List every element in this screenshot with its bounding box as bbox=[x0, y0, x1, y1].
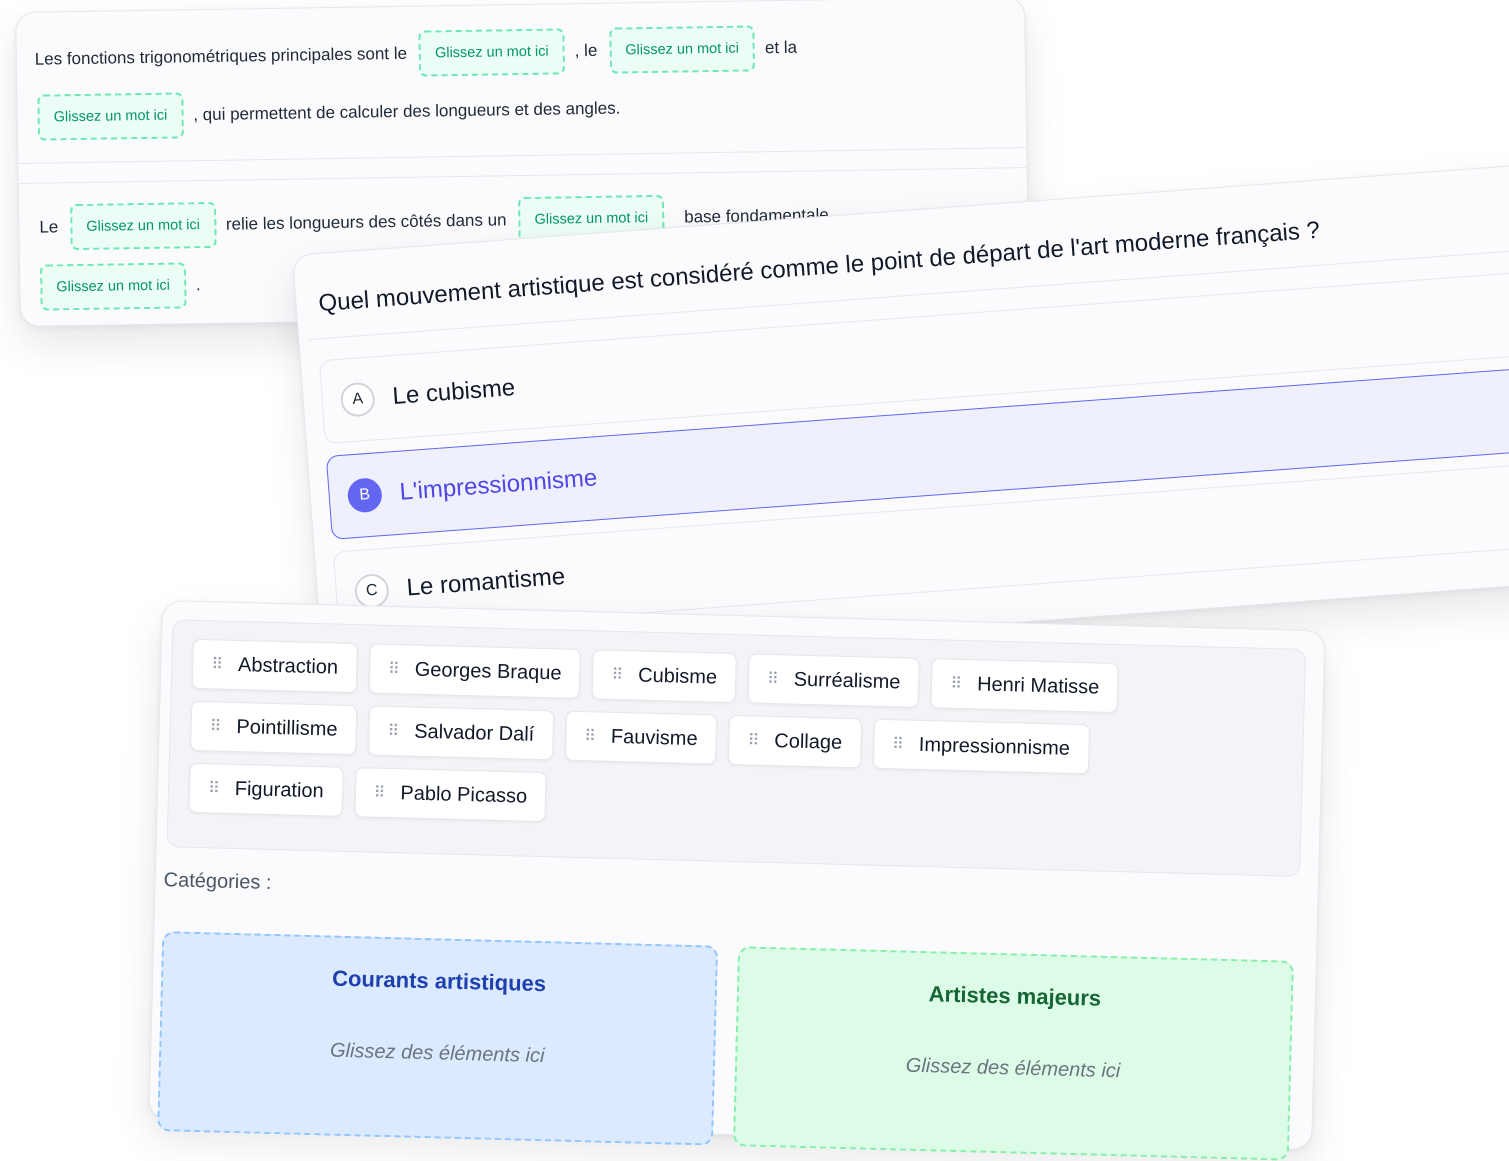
sentence-text: relie les longueurs des côtés dans un bbox=[225, 210, 507, 234]
item-label: Figuration bbox=[234, 777, 325, 802]
item-bank-row: ⠿ Abstraction ⠿ Georges Braque ⠿ Cubisme ⠿ S… bbox=[191, 638, 1119, 714]
draggable-item[interactable]: ⠿ Impressionnisme bbox=[872, 718, 1090, 775]
category-title: Artistes majeurs bbox=[928, 981, 1102, 1011]
grip-dots-icon: ⠿ bbox=[387, 660, 399, 679]
grip-dots-icon: ⠿ bbox=[373, 784, 385, 802]
option-letter-badge: B bbox=[346, 477, 383, 514]
grip-dots-icon: ⠿ bbox=[584, 728, 596, 746]
item-label: Georges Braque bbox=[414, 658, 562, 684]
draggable-item[interactable]: ⠿ Fauvisme bbox=[564, 710, 718, 765]
item-label: Surréalisme bbox=[793, 668, 901, 693]
item-label: Collage bbox=[774, 729, 843, 754]
draggable-item[interactable]: ⠿ Salvador Dalí bbox=[367, 705, 554, 761]
blank-drop-zone[interactable]: Glissez un mot ici bbox=[69, 201, 217, 251]
category-hint: Glissez des éléments ici bbox=[905, 1054, 1121, 1083]
draggable-item[interactable]: ⠿ Collage bbox=[727, 714, 862, 769]
sorting-card: ⠿ Abstraction ⠿ Georges Braque ⠿ Cubisme ⠿ S… bbox=[148, 600, 1326, 1161]
item-label: Abstraction bbox=[237, 653, 339, 679]
sentence-text: et la bbox=[764, 37, 798, 58]
option-label: Le romantisme bbox=[405, 562, 566, 602]
option-label: L'impressionnisme bbox=[398, 464, 599, 506]
grip-dots-icon: ⠿ bbox=[766, 670, 778, 689]
blank-drop-zone[interactable]: Glissez un mot ici bbox=[608, 25, 756, 74]
grip-dots-icon: ⠿ bbox=[611, 666, 623, 685]
draggable-item[interactable]: ⠿ Abstraction bbox=[191, 638, 358, 694]
grip-dots-icon: ⠿ bbox=[891, 736, 904, 754]
item-bank: ⠿ Abstraction ⠿ Georges Braque ⠿ Cubisme ⠿ S… bbox=[166, 619, 1307, 877]
categories-heading: Catégories : bbox=[163, 869, 272, 894]
item-label: Cubisme bbox=[637, 663, 718, 689]
sentence-2-line2: Glissez un mot ici . bbox=[39, 262, 201, 311]
sentence-text: Le bbox=[39, 217, 59, 237]
item-label: Pointillisme bbox=[236, 715, 338, 741]
category-title: Courants artistiques bbox=[331, 965, 547, 997]
draggable-item[interactable]: ⠿ Georges Braque bbox=[368, 643, 582, 699]
item-bank-row: ⠿ Figuration ⠿ Pablo Picasso bbox=[188, 762, 547, 823]
blank-drop-zone[interactable]: Glissez un mot ici bbox=[37, 92, 184, 141]
category-hint: Glissez des éléments ici bbox=[329, 1039, 545, 1068]
option-label: Le cubisme bbox=[391, 374, 517, 410]
grip-dots-icon: ⠿ bbox=[211, 656, 223, 674]
draggable-item[interactable]: ⠿ Pablo Picasso bbox=[354, 767, 547, 823]
option-letter-badge: C bbox=[353, 572, 391, 610]
sentence-text: . bbox=[195, 275, 201, 295]
item-label: Impressionnisme bbox=[918, 733, 1071, 760]
draggable-item[interactable]: ⠿ Henri Matisse bbox=[930, 658, 1119, 714]
sentence-text: Les fonctions trigonométriques principal… bbox=[34, 43, 408, 69]
item-label: Henri Matisse bbox=[976, 672, 1100, 699]
draggable-item[interactable]: ⠿ Figuration bbox=[188, 762, 344, 817]
draggable-item[interactable]: ⠿ Cubisme bbox=[591, 649, 737, 704]
sentence-text: , qui permettent de calculer des longueu… bbox=[193, 98, 621, 125]
draggable-item[interactable]: ⠿ Surréalisme bbox=[747, 653, 921, 708]
item-bank-row: ⠿ Pointillisme ⠿ Salvador Dalí ⠿ Fauvisme ⠿… bbox=[190, 700, 1090, 775]
quiz-card: Quel mouvement artistique est considéré … bbox=[292, 164, 1509, 674]
grip-dots-icon: ⠿ bbox=[209, 718, 221, 736]
grip-dots-icon: ⠿ bbox=[950, 675, 962, 693]
item-label: Pablo Picasso bbox=[400, 781, 528, 808]
grip-dots-icon: ⠿ bbox=[747, 732, 759, 750]
draggable-item[interactable]: ⠿ Pointillisme bbox=[190, 700, 358, 756]
blank-drop-zone[interactable]: Glissez un mot ici bbox=[418, 28, 566, 77]
sentence-1-line2: Glissez un mot ici , qui permettent de c… bbox=[37, 86, 621, 141]
divider bbox=[18, 147, 1027, 164]
category-drop-zone-courants[interactable]: Courants artistiques Glissez des élément… bbox=[157, 931, 719, 1146]
grip-dots-icon: ⠿ bbox=[207, 780, 220, 798]
sentence-1-line1: Les fonctions trigonométriques principal… bbox=[34, 25, 797, 83]
divider bbox=[18, 167, 1027, 184]
item-label: Salvador Dalí bbox=[413, 720, 535, 746]
sentence-text: , le bbox=[574, 40, 598, 61]
item-label: Fauvisme bbox=[610, 725, 698, 750]
grip-dots-icon: ⠿ bbox=[387, 722, 399, 741]
blank-drop-zone[interactable]: Glissez un mot ici bbox=[39, 262, 187, 311]
category-drop-zone-artistes[interactable]: Artistes majeurs Glissez des éléments ic… bbox=[732, 946, 1294, 1161]
option-letter-badge: A bbox=[339, 381, 376, 418]
